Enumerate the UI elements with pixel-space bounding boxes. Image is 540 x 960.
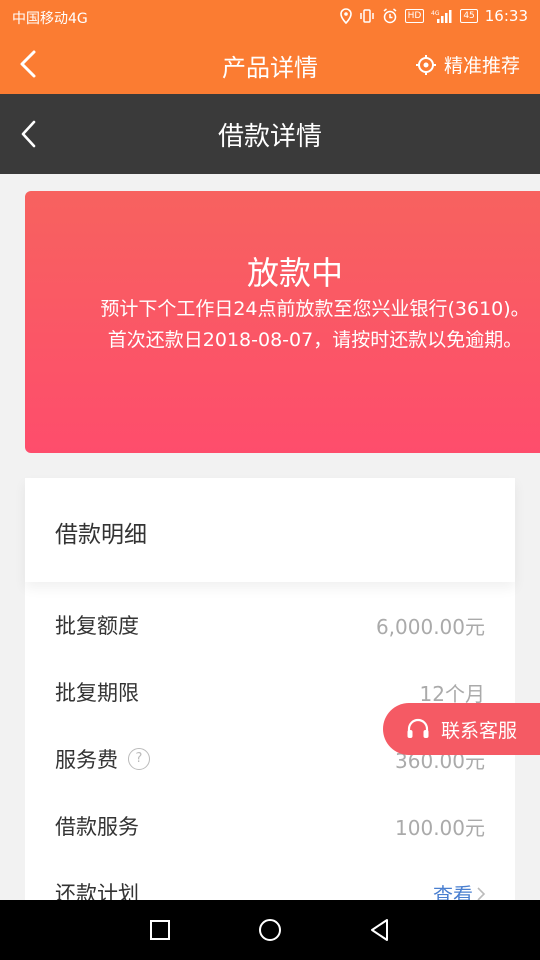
home-icon[interactable] xyxy=(256,916,284,944)
row-value: 100.00元 xyxy=(395,816,485,840)
row-label: 借款服务 xyxy=(55,815,139,839)
loan-detail-title: 借款明细 xyxy=(55,522,147,548)
target-icon xyxy=(415,54,436,75)
carrier-label: 中国移动4G xyxy=(12,11,88,27)
detail-row-loan-service: 借款服务 100.00元 xyxy=(25,797,515,857)
row-label-text: 服务费 xyxy=(55,748,118,772)
recommend-label: 精准推荐 xyxy=(443,55,520,77)
location-icon xyxy=(339,8,352,24)
loan-status-description: 预计下个工作日24点前放款至您兴业银行(3610)。首次还款日2018-08-0… xyxy=(100,298,530,351)
row-label-with-help: 服务费 ? xyxy=(55,744,150,774)
detail-row-approved-amount: 批复额度 6,000.00元 xyxy=(25,596,515,656)
app-bar: 产品详情 精准推荐 xyxy=(0,34,540,94)
vibrate-icon xyxy=(359,9,374,23)
signal-icon: 4G xyxy=(431,10,452,23)
loan-detail-card: 借款明细 批复额度 6,000.00元 批复期限 12个月 服务费 ? 360.… xyxy=(25,478,515,908)
loan-status-heading: 放款中 xyxy=(246,254,343,292)
alarm-icon xyxy=(383,8,397,24)
clock: 16:33 xyxy=(484,7,528,25)
customer-service-label: 联系客服 xyxy=(441,719,518,742)
battery-icon: 45 xyxy=(460,9,478,23)
system-nav-bar xyxy=(0,900,540,960)
svg-text:4G: 4G xyxy=(431,10,440,17)
headset-icon xyxy=(407,718,429,738)
status-bar: 中国移动4G HD 4G 45 16:33 xyxy=(0,0,540,34)
row-value: 6,000.00元 xyxy=(375,615,485,639)
page-title: 借款详情 xyxy=(217,122,322,152)
hd-icon: HD xyxy=(404,9,425,23)
recommend-button[interactable]: 精准推荐 xyxy=(415,51,520,78)
help-icon[interactable]: ? xyxy=(128,748,150,770)
customer-service-button[interactable]: 联系客服 xyxy=(383,703,540,755)
loan-detail-header: 借款明细 xyxy=(25,478,515,582)
sub-bar: 借款详情 xyxy=(0,94,540,174)
back-nav-icon[interactable] xyxy=(366,916,394,944)
row-label: 批复期限 xyxy=(55,681,139,705)
recent-apps-icon[interactable] xyxy=(146,916,174,944)
status-icons: HD 4G 45 16:33 xyxy=(339,7,528,25)
loan-status-card: 放款中 预计下个工作日24点前放款至您兴业银行(3610)。首次还款日2018-… xyxy=(25,191,540,453)
row-label: 批复额度 xyxy=(55,614,139,638)
